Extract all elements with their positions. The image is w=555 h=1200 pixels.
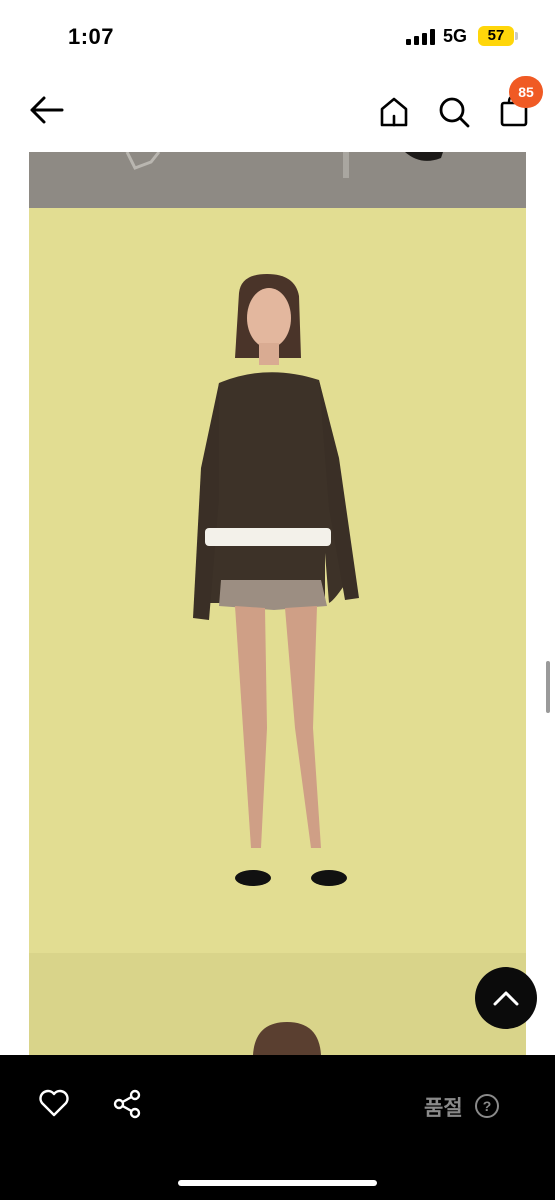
back-button[interactable] (26, 92, 66, 128)
network-type: 5G (443, 26, 468, 46)
product-photo-previous (29, 152, 526, 208)
home-button[interactable] (374, 92, 414, 132)
status-time: 1:07 (68, 24, 115, 49)
product-photo (29, 208, 526, 1055)
heart-icon (39, 1089, 69, 1117)
home-icon (380, 97, 408, 127)
help-icon[interactable]: ? (475, 1094, 499, 1118)
signal-icon (406, 29, 436, 45)
arrow-left-icon (30, 96, 64, 124)
battery-level: 57 (487, 27, 505, 44)
share-icon (113, 1089, 141, 1119)
share-button[interactable] (111, 1088, 143, 1120)
status-bar: 1:07 5G 57 (0, 0, 555, 70)
scroll-to-top-button[interactable] (475, 967, 537, 1029)
chevron-up-icon (493, 991, 519, 1006)
cart-count-badge: 85 (509, 76, 543, 108)
app-header (0, 70, 555, 150)
sold-out-label: 품절 (424, 1097, 463, 1120)
model-figure (193, 274, 359, 1055)
scroll-indicator[interactable] (546, 661, 550, 713)
search-icon (439, 97, 470, 128)
like-button[interactable] (38, 1088, 70, 1118)
bottom-action-bar (0, 1055, 555, 1200)
photo-floor-detail (29, 152, 526, 208)
search-button[interactable] (434, 92, 474, 132)
home-indicator (178, 1180, 377, 1186)
battery-icon: 57 (478, 26, 514, 46)
battery-cap (515, 32, 518, 40)
